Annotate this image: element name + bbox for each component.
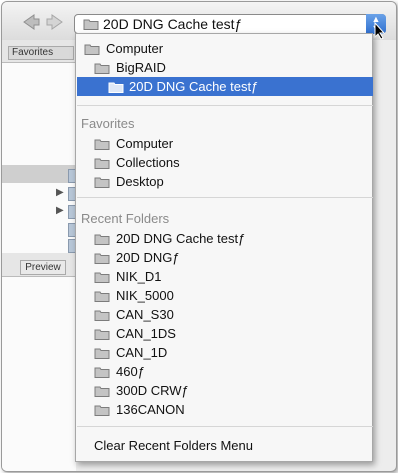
- folder-icon: [94, 386, 110, 397]
- menu-item-label: Desktop: [116, 174, 164, 189]
- window: 20D DNG Cache testƒ ▲▼ Favorites ▶ ▶ Pre…: [1, 1, 397, 472]
- menu-item-label: 460ƒ: [116, 364, 145, 379]
- tab-favorites[interactable]: Favorites: [8, 46, 74, 60]
- back-button[interactable]: [22, 14, 40, 30]
- menu-item-label: NIK_D1: [116, 269, 162, 284]
- folder-icon: [94, 329, 110, 340]
- tab-preview[interactable]: Preview: [20, 260, 66, 275]
- menu-item-label: 300D CRWƒ: [116, 383, 189, 398]
- folder-icon: [83, 19, 99, 30]
- forward-button[interactable]: [46, 14, 64, 30]
- disclosure-triangle-icon[interactable]: ▶: [56, 205, 64, 216]
- menu-separator: [77, 197, 373, 198]
- sidebar-row[interactable]: [2, 165, 76, 183]
- folder-icon: [94, 253, 110, 264]
- folder-icon: [94, 158, 110, 169]
- folder-icon: [108, 82, 124, 93]
- sidebar: Favorites ▶ ▶ Preview: [2, 40, 80, 471]
- folder-icon: [94, 291, 110, 302]
- folder-popup-menu: Computer BigRAID 20D DNG Cache testƒ Fav…: [75, 33, 373, 462]
- menu-item-label: BigRAID: [116, 60, 166, 75]
- path-popup[interactable]: 20D DNG Cache testƒ ▲▼: [74, 14, 386, 34]
- menu-item-label: Computer: [106, 41, 164, 56]
- disclosure-triangle-icon[interactable]: ▶: [56, 187, 64, 198]
- folder-icon: [84, 44, 100, 55]
- path-popup-label: 20D DNG Cache testƒ: [103, 16, 243, 32]
- favorites-heading: Favorites: [81, 116, 135, 131]
- forward-arrow-icon: [46, 14, 63, 30]
- mouse-cursor-icon: [374, 22, 386, 40]
- menu-item-label: 20D DNG Cache testƒ: [116, 231, 246, 246]
- folder-icon: [94, 63, 110, 74]
- clear-recent-folders-menu-item[interactable]: Clear Recent Folders Menu: [94, 438, 253, 453]
- folder-icon: [94, 367, 110, 378]
- folder-icon: [94, 177, 110, 188]
- menu-item-label: CAN_1D: [116, 345, 168, 360]
- folder-icon: [94, 348, 110, 359]
- menu-item-label: CAN_S30: [116, 307, 174, 322]
- back-arrow-icon: [23, 14, 40, 30]
- folder-icon: [94, 139, 110, 150]
- favorites-panel: ▶ ▶: [2, 62, 80, 253]
- folder-icon: [94, 405, 110, 416]
- menu-item-label: Collections: [116, 155, 180, 170]
- folder-icon: [94, 310, 110, 321]
- menu-separator: [77, 426, 373, 427]
- folder-icon: [94, 272, 110, 283]
- folder-icon: [94, 234, 110, 245]
- menu-item-label: Computer: [116, 136, 174, 151]
- menu-item-label: NIK_5000: [116, 288, 174, 303]
- menu-item-path-selected[interactable]: 20D DNG Cache testƒ: [77, 77, 373, 96]
- menu-item-label: 20D DNG Cache testƒ: [129, 79, 259, 94]
- menu-item-label: 136CANON: [116, 402, 185, 417]
- preview-panel: [2, 276, 76, 471]
- recent-folders-heading: Recent Folders: [81, 211, 170, 226]
- menu-item-label: 20D DNGƒ: [116, 250, 180, 265]
- menu-separator: [77, 105, 373, 106]
- menu-item-label: CAN_1DS: [116, 326, 176, 341]
